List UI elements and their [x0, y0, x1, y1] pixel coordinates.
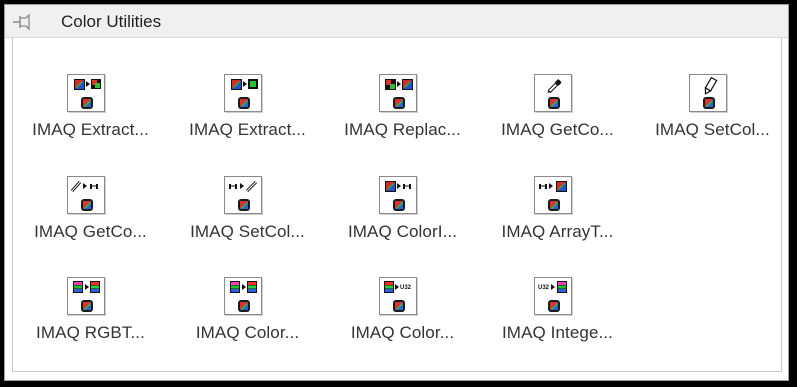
palette-item[interactable]: U32 IMAQ Color... — [325, 241, 480, 342]
palette-item-label: IMAQ SetCol... — [655, 120, 770, 139]
palette-item-label: IMAQ Color... — [195, 323, 300, 342]
palette-item-label: IMAQ ColorI... — [347, 222, 458, 241]
u32-to-color-icon: U32 — [534, 277, 572, 315]
extract-single-plane-icon — [224, 74, 262, 112]
set-color-line-icon — [224, 176, 262, 214]
palette-item-label: IMAQ GetCo... — [501, 120, 614, 139]
svg-text:U32: U32 — [400, 285, 412, 291]
palette-item[interactable]: IMAQ SetCol... — [635, 38, 790, 139]
palette-item-label: IMAQ GetCo... — [34, 222, 147, 241]
palette-title: Color Utilities — [61, 12, 162, 31]
palette-titlebar: Color Utilities — [5, 5, 788, 38]
palette-item[interactable]: IMAQ Extract... — [13, 38, 168, 139]
palette-item-label: IMAQ Intege... — [501, 323, 613, 342]
palette-item[interactable]: IMAQ GetCo... — [13, 140, 168, 241]
palette-window: Color Utilities IMAQ Extract... IMAQ Ext… — [4, 4, 789, 381]
array-to-color-image-icon — [534, 176, 572, 214]
palette-item[interactable]: IMAQ GetCo... — [480, 38, 635, 139]
svg-text:U32: U32 — [538, 285, 550, 291]
palette-item[interactable]: IMAQ ArrayT... — [480, 140, 635, 241]
palette-item-label: IMAQ Replac... — [344, 120, 461, 139]
palette-item[interactable]: IMAQ Extract... — [170, 38, 325, 139]
palette-item-label: IMAQ RGBT... — [36, 323, 145, 342]
palette-item[interactable]: IMAQ Replac... — [325, 38, 480, 139]
replace-color-plane-icon — [379, 74, 417, 112]
rgb-to-color-icon — [67, 277, 105, 315]
palette-item-label: IMAQ Extract... — [32, 120, 149, 139]
pin-icon[interactable] — [13, 13, 37, 31]
color-value-conversion-icon — [224, 277, 262, 315]
palette-item[interactable]: U32 IMAQ Intege... — [480, 241, 635, 342]
pencil-set-color-icon — [689, 74, 727, 112]
palette-item-label: IMAQ Color... — [350, 323, 455, 342]
palette-item-label: IMAQ ArrayT... — [501, 222, 614, 241]
color-to-u32-icon: U32 — [379, 277, 417, 315]
palette-item[interactable]: IMAQ Color... — [170, 241, 325, 342]
palette-item[interactable]: IMAQ ColorI... — [325, 140, 480, 241]
extract-color-plane-icon — [67, 74, 105, 112]
get-color-line-icon — [67, 176, 105, 214]
palette-item[interactable]: IMAQ SetCol... — [170, 140, 325, 241]
palette-item-label: IMAQ SetCol... — [190, 222, 305, 241]
eyedropper-get-color-icon — [534, 74, 572, 112]
palette-item-label: IMAQ Extract... — [189, 120, 306, 139]
palette-item[interactable]: IMAQ RGBT... — [13, 241, 168, 342]
color-image-to-array-icon — [379, 176, 417, 214]
palette-content: IMAQ Extract... IMAQ Extract... IMAQ Rep… — [12, 38, 782, 372]
